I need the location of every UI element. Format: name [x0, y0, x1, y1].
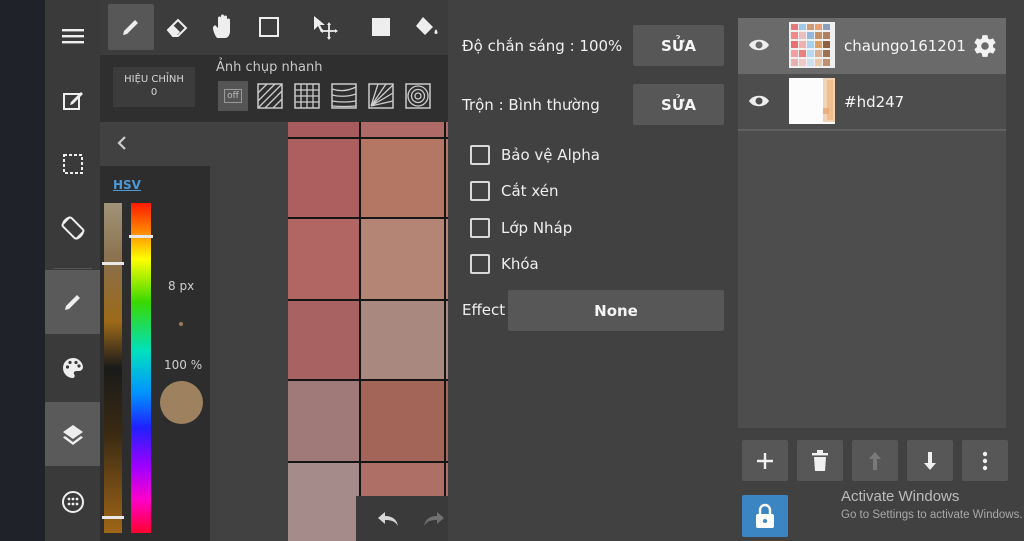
color-cell — [360, 218, 448, 300]
color-cell — [360, 138, 448, 218]
move-icon[interactable] — [302, 4, 348, 50]
snap-grid-icon[interactable] — [292, 81, 322, 111]
drawing-canvas[interactable] — [288, 122, 448, 541]
draft-layer-checkbox[interactable]: Lớp Nháp — [470, 218, 572, 238]
edit-icon[interactable] — [45, 68, 100, 132]
correction-value: 0 — [150, 87, 158, 98]
hue-slider-handle[interactable] — [129, 235, 153, 238]
hsv-mode-link[interactable]: HSV — [113, 178, 141, 192]
correction-button[interactable]: HIỆU CHỈNH 0 — [113, 67, 195, 107]
blend-mode-label: Trộn : Bình thường — [462, 96, 600, 114]
menu-icon[interactable] — [45, 4, 100, 68]
brush-size-label: 8 px — [168, 279, 195, 293]
checkbox-box[interactable] — [470, 145, 490, 165]
checkbox-label: Lớp Nháp — [501, 219, 573, 237]
eye-icon[interactable] — [748, 36, 770, 58]
checkbox-box[interactable] — [470, 218, 490, 238]
hue-slider[interactable] — [131, 203, 151, 533]
color-cell — [288, 380, 360, 462]
undo-redo-bar — [356, 496, 448, 541]
color-cell — [360, 300, 448, 380]
activate-windows-title: Activate Windows — [841, 488, 960, 505]
snap-parallel-icon[interactable] — [255, 81, 285, 111]
chevron-left-icon[interactable] — [116, 134, 128, 156]
protect-alpha-checkbox[interactable]: Bảo vệ Alpha — [470, 145, 600, 165]
color-cell — [288, 462, 360, 541]
layer-more-options-button[interactable] — [962, 440, 1008, 481]
layer-name: #hd247 — [844, 93, 905, 111]
rectangle-select-icon[interactable] — [246, 4, 292, 50]
opacity-label: 100 % — [164, 358, 203, 372]
layer-list: chaungo161201 #hd247 — [738, 18, 1006, 428]
redo-icon[interactable] — [422, 509, 446, 533]
layers-icon[interactable] — [45, 402, 100, 466]
rotate-icon[interactable] — [45, 196, 100, 260]
hand-icon[interactable] — [200, 4, 246, 50]
layer-name: chaungo161201 — [844, 37, 966, 55]
checkbox-box[interactable] — [470, 254, 490, 274]
snap-label: Ảnh chụp nhanh — [216, 60, 323, 75]
eye-icon[interactable] — [748, 92, 770, 114]
blend-edit-button[interactable]: SỬA — [633, 84, 724, 125]
checkbox-box[interactable] — [470, 181, 490, 201]
snap-off-label: off — [224, 89, 242, 103]
layer-row-selected[interactable]: chaungo161201 — [738, 18, 1006, 74]
activate-windows-subtitle: Go to Settings to activate Windows. — [841, 509, 1023, 521]
lock-checkbox[interactable]: Khóa — [470, 254, 539, 274]
layer-row[interactable]: #hd247 — [738, 74, 1006, 130]
selection-icon[interactable] — [45, 132, 100, 196]
effect-label: Effect — [462, 301, 506, 319]
value-slider-handle[interactable] — [102, 262, 124, 265]
correction-label: HIỆU CHỈNH — [124, 74, 184, 85]
brush-size-preview — [179, 322, 183, 326]
opacity-setting-label: Độ chắn sáng : 100% — [462, 37, 623, 55]
saturation-slider-handle[interactable] — [102, 516, 124, 519]
move-layer-down-button[interactable] — [907, 440, 953, 481]
checkbox-label: Khóa — [501, 255, 539, 273]
layer-divider — [738, 129, 1006, 131]
undo-icon[interactable] — [376, 509, 400, 533]
checkbox-label: Cắt xén — [501, 182, 559, 200]
eraser-icon[interactable] — [154, 4, 200, 50]
layer-thumbnail — [789, 22, 835, 68]
pen-icon[interactable] — [108, 4, 154, 50]
sub-bar: HIỆU CHỈNH 0 Ảnh chụp nhanh off — [100, 55, 448, 122]
current-color-swatch[interactable] — [160, 381, 203, 424]
add-layer-button[interactable] — [742, 440, 788, 481]
snap-radial-icon[interactable] — [366, 81, 396, 111]
color-cell — [288, 138, 360, 218]
gear-icon[interactable] — [972, 33, 998, 63]
bucket-icon[interactable] — [404, 4, 450, 50]
lock-layer-button[interactable] — [742, 495, 788, 537]
clipping-checkbox[interactable]: Cắt xén — [470, 181, 558, 201]
collapse-bar — [100, 122, 288, 166]
snap-concentric-icon[interactable] — [403, 81, 433, 111]
color-cell — [360, 380, 448, 462]
delete-layer-button[interactable] — [797, 440, 843, 481]
value-slider[interactable] — [104, 203, 122, 533]
move-layer-up-button[interactable] — [852, 440, 898, 481]
tool-bar — [100, 0, 448, 55]
opacity-edit-button[interactable]: SỬA — [633, 25, 724, 66]
snap-perspective-icon[interactable] — [329, 81, 359, 111]
pen-nav-icon[interactable] — [45, 270, 100, 334]
left-nav — [45, 0, 100, 541]
layer-thumbnail — [789, 78, 835, 124]
effect-select-button[interactable]: None — [508, 290, 724, 331]
checkbox-label: Bảo vệ Alpha — [501, 146, 600, 164]
palette-icon[interactable] — [45, 336, 100, 400]
more-icon[interactable] — [45, 470, 100, 534]
color-cell — [288, 300, 360, 380]
color-cell — [288, 218, 360, 300]
fill-square-icon[interactable] — [358, 4, 404, 50]
snap-off-button[interactable]: off — [218, 81, 248, 111]
